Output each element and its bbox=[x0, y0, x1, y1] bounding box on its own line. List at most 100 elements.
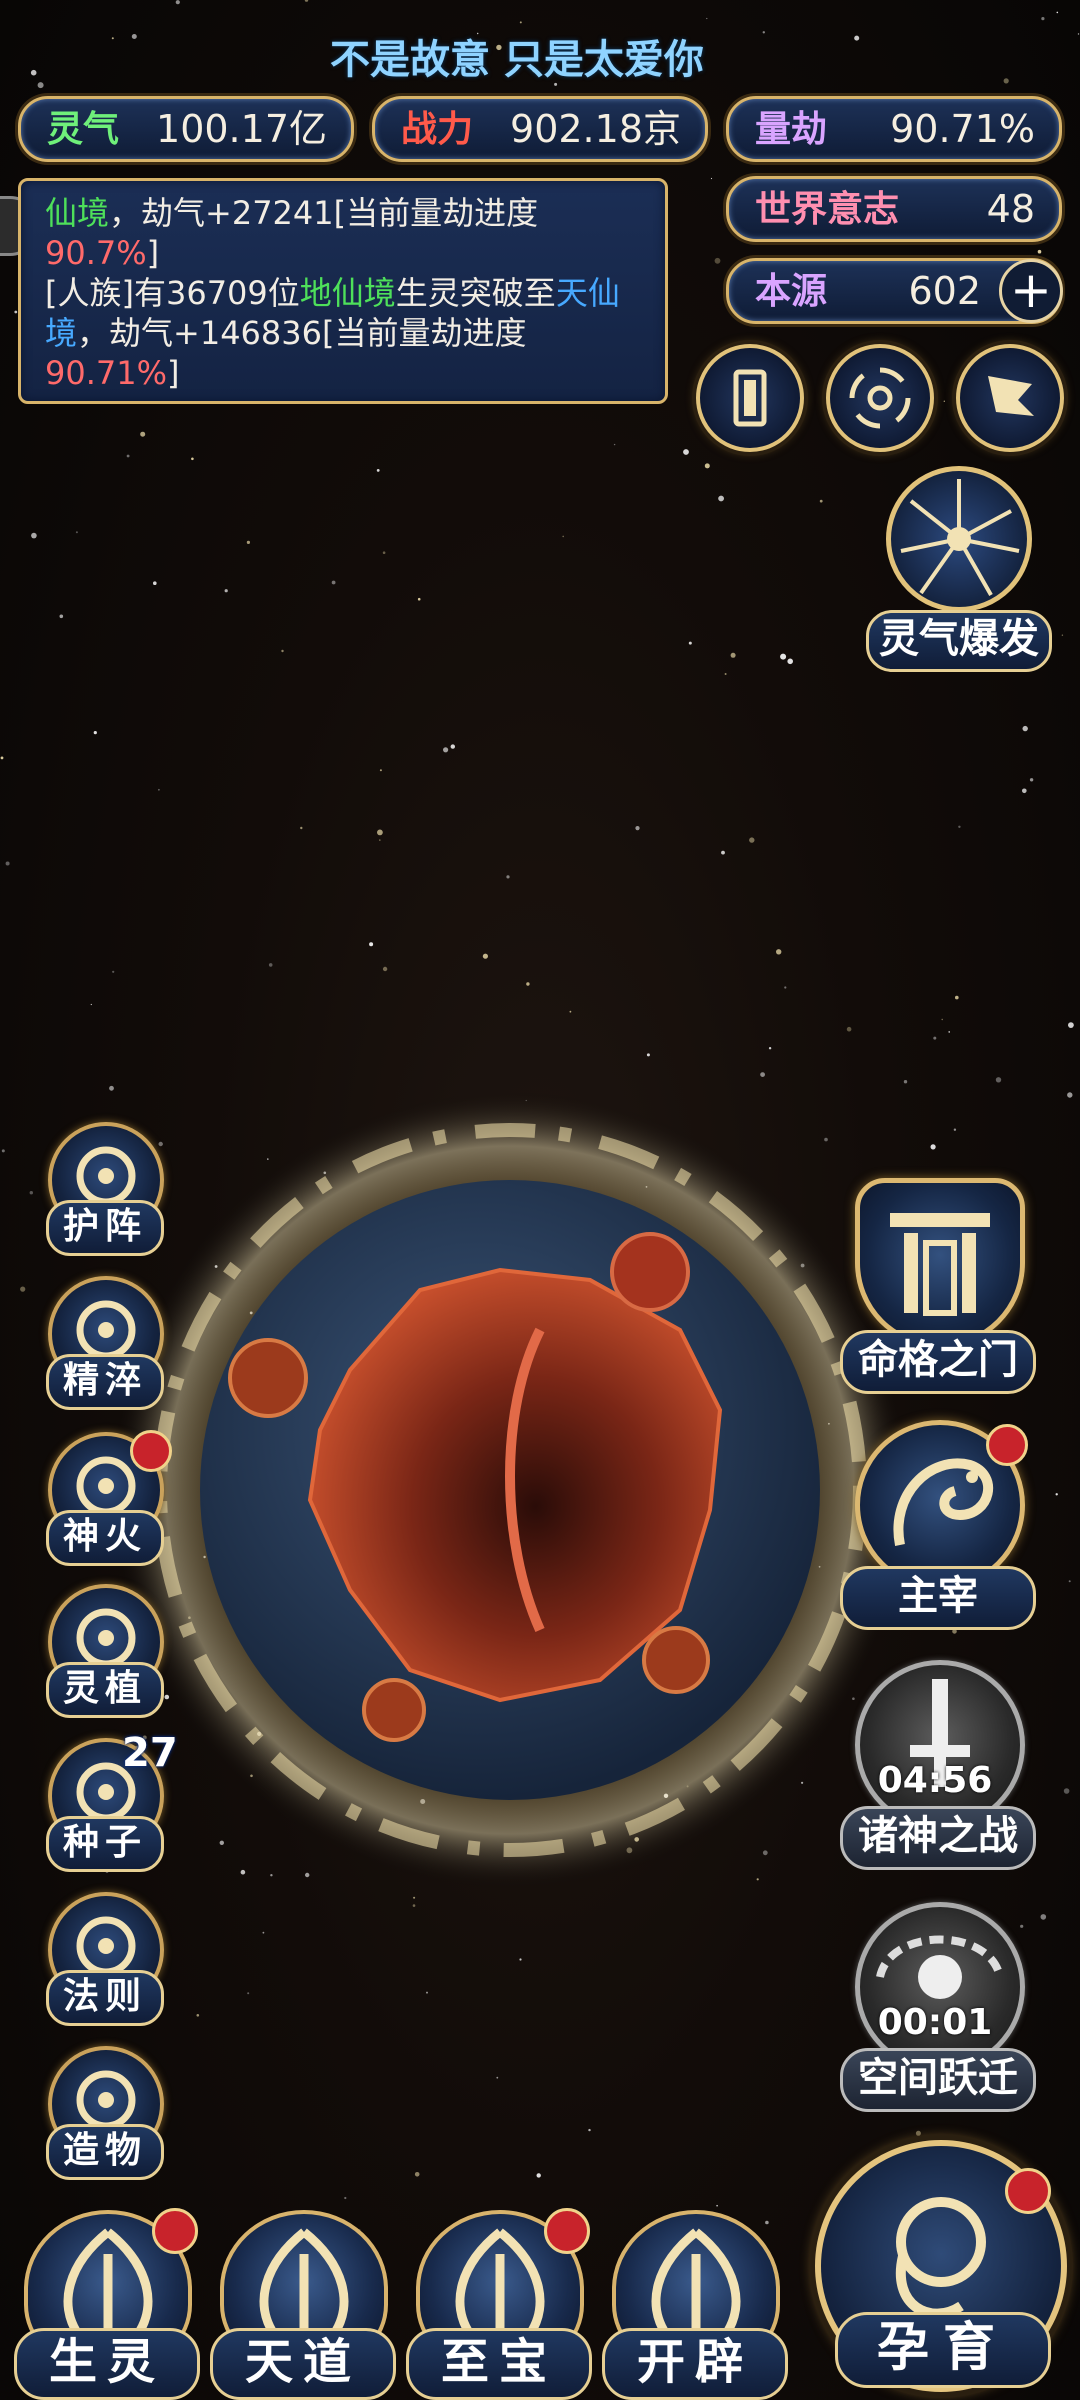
feature-button-4[interactable]: 种子 27 bbox=[42, 1730, 178, 1872]
star bbox=[1067, 1092, 1073, 1098]
star bbox=[955, 995, 959, 1000]
event-log-panel: 仙境，劫气+27241[当前量劫进度 90.7%] [人族]有36709位地仙境… bbox=[18, 178, 668, 404]
star bbox=[37, 82, 44, 89]
zhanli-stat[interactable]: 战力 902.18京 bbox=[372, 96, 708, 162]
star bbox=[450, 744, 455, 749]
star bbox=[20, 1286, 26, 1292]
star bbox=[854, 35, 860, 41]
shijie-yizhi-stat[interactable]: 世界意志 48 bbox=[726, 176, 1062, 242]
spirit-burst-button[interactable]: 灵气爆发 bbox=[866, 466, 1052, 672]
star bbox=[131, 34, 137, 39]
star bbox=[31, 532, 37, 539]
benyuan-stat[interactable]: 本源 602 + bbox=[726, 258, 1063, 324]
star bbox=[1061, 634, 1064, 636]
feature-button-6[interactable]: 造物 bbox=[42, 2046, 164, 2180]
star bbox=[710, 177, 713, 180]
nav-label: 开辟 bbox=[602, 2328, 788, 2400]
yunyu-button[interactable]: 孕育 bbox=[815, 2140, 1067, 2400]
vortex-button[interactable] bbox=[826, 344, 934, 452]
benyuan-add-button[interactable]: + bbox=[999, 259, 1063, 323]
zhuzai-label: 主宰 bbox=[840, 1566, 1036, 1630]
star bbox=[14, 310, 18, 314]
star bbox=[482, 953, 488, 959]
star bbox=[0, 756, 4, 760]
yunyu-notify-dot bbox=[1005, 2168, 1051, 2214]
star bbox=[588, 2128, 591, 2132]
star bbox=[158, 788, 160, 791]
minggemen-button[interactable]: 命格之门 bbox=[840, 1178, 1036, 1398]
star bbox=[506, 875, 510, 879]
nav-button-2[interactable]: 至宝 bbox=[406, 2200, 592, 2400]
notify-dot bbox=[152, 2208, 198, 2254]
world-planet[interactable] bbox=[120, 1070, 900, 1910]
feature-button-2[interactable]: 神火 bbox=[42, 1430, 172, 1566]
star bbox=[1037, 249, 1042, 254]
nav-button-0[interactable]: 生灵 bbox=[14, 2200, 200, 2400]
star bbox=[930, 1144, 936, 1150]
feature-button-5[interactable]: 法则 bbox=[42, 1892, 164, 2026]
star bbox=[953, 1128, 957, 1131]
vortex-icon bbox=[849, 367, 911, 429]
star bbox=[90, 1003, 92, 1006]
feature-button-1[interactable]: 精淬 bbox=[42, 1276, 164, 1410]
star bbox=[5, 861, 10, 866]
nav-button-1[interactable]: 天道 bbox=[210, 2200, 396, 2400]
star bbox=[646, 1053, 650, 1057]
star bbox=[344, 2196, 347, 2200]
star bbox=[941, 1018, 943, 1021]
gate-orb bbox=[855, 1178, 1025, 1348]
star bbox=[635, 826, 640, 831]
liangjie-value: 90.71% bbox=[890, 107, 1035, 151]
star bbox=[331, 580, 336, 585]
star bbox=[943, 400, 945, 402]
feature-label: 精淬 bbox=[46, 1354, 164, 1410]
star bbox=[1041, 17, 1045, 21]
spirit-burst-label: 灵气爆发 bbox=[866, 610, 1052, 672]
zhuzai-button[interactable]: 主宰 bbox=[840, 1420, 1036, 1640]
star bbox=[1063, 1788, 1070, 1794]
shijie-yizhi-label: 世界意志 bbox=[755, 188, 900, 230]
star bbox=[706, 17, 708, 20]
log-text: [人族]有36709位 bbox=[45, 274, 300, 312]
star bbox=[1077, 33, 1080, 35]
card-button[interactable] bbox=[696, 344, 804, 452]
nav-button-3[interactable]: 开辟 bbox=[602, 2200, 788, 2400]
zhushen-timer: 04:56 bbox=[877, 1760, 993, 1801]
star bbox=[111, 37, 114, 40]
feature-label: 种子 bbox=[46, 1816, 164, 1872]
star bbox=[1022, 725, 1028, 732]
star bbox=[1068, 1580, 1071, 1583]
star bbox=[536, 2173, 541, 2178]
star bbox=[948, 1031, 950, 1033]
star bbox=[569, 1010, 572, 1013]
liangjie-label: 量劫 bbox=[755, 108, 828, 150]
star bbox=[29, 1191, 33, 1195]
feature-button-0[interactable]: 护阵 bbox=[42, 1122, 164, 1256]
star bbox=[562, 535, 564, 538]
star bbox=[819, 499, 823, 503]
star bbox=[376, 469, 380, 472]
star bbox=[776, 949, 782, 955]
zhuzai-notify-dot bbox=[986, 1424, 1028, 1466]
moon bbox=[642, 1626, 710, 1694]
zhushen-orb bbox=[855, 1660, 1025, 1830]
kongjian-label: 空间跃迁 bbox=[840, 2048, 1036, 2112]
star bbox=[721, 850, 725, 855]
star bbox=[762, 31, 765, 34]
star bbox=[683, 449, 689, 455]
notify-dot bbox=[130, 1430, 172, 1472]
liangjie-stat[interactable]: 量劫 90.71% bbox=[726, 96, 1062, 162]
kongjian-button[interactable]: 00:01 空间跃迁 bbox=[840, 1902, 1036, 2122]
zhushen-button[interactable]: 04:56 诸神之战 bbox=[840, 1660, 1036, 1880]
log-line-2b: 90.71%] bbox=[45, 353, 645, 393]
benyuan-label: 本源 bbox=[755, 270, 828, 312]
feature-label: 造物 bbox=[46, 2124, 164, 2180]
star bbox=[519, 21, 522, 24]
flag-button[interactable] bbox=[956, 344, 1064, 452]
star bbox=[704, 463, 710, 469]
star bbox=[933, 1036, 937, 1040]
star bbox=[1022, 788, 1027, 794]
star bbox=[196, 2014, 200, 2017]
feature-button-3[interactable]: 灵植 bbox=[42, 1584, 164, 1718]
lingqi-stat[interactable]: 灵气 100.17亿 bbox=[18, 96, 354, 162]
